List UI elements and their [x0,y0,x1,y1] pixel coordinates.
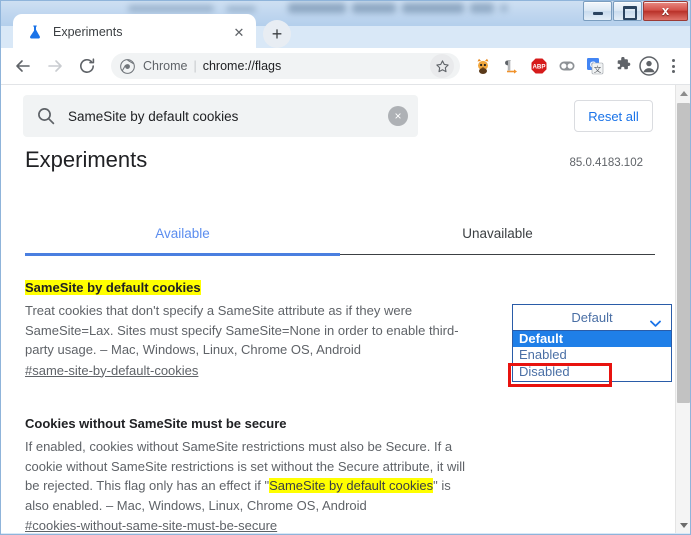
bookmark-star-icon[interactable] [430,54,454,78]
extensions-puzzle-icon[interactable] [610,53,636,79]
flag-select-value: Default [571,310,613,325]
browser-tab-experiments[interactable]: Experiments ✕ [13,14,256,50]
flag-permalink[interactable]: #same-site-by-default-cookies [25,363,198,378]
scroll-up-button[interactable] [676,85,691,101]
search-icon [36,106,56,126]
scroll-down-button[interactable] [676,517,691,533]
flag-permalink[interactable]: #cookies-without-same-site-must-be-secur… [25,518,277,533]
flag-select-same-site-by-default[interactable]: Default [512,304,672,331]
chrome-version-label: 85.0.4183.102 [569,157,643,169]
browser-menu-button[interactable] [664,53,682,79]
reload-button[interactable] [73,52,101,80]
dark-reader-icon[interactable] [554,53,580,79]
select-option-disabled[interactable]: Disabled [513,362,671,381]
tab-close-icon[interactable]: ✕ [230,23,248,41]
flag-select-wrapper: Default Default Enabled Disabled [508,304,672,387]
chevron-down-icon [650,314,661,327]
chrome-logo-icon [120,58,135,74]
omnibox-origin: Chrome [143,59,188,73]
address-bar[interactable]: Chrome | chrome://flags [111,53,460,79]
extension-icons: ¶ ABP G [470,53,636,79]
clear-search-icon[interactable]: × [388,106,408,126]
new-tab-button[interactable]: + [263,20,291,48]
vertical-scrollbar[interactable] [675,85,690,533]
chevron-down-icon [679,522,688,528]
flag-select-options-list: Default Enabled Disabled [512,331,672,382]
back-button[interactable] [9,52,37,80]
flag-description-text: Treat cookies that don't specify a SameS… [25,303,459,357]
flag-title: SameSite by default cookies [25,280,201,295]
select-option-enabled[interactable]: Enabled [513,347,671,362]
flag-description: Treat cookies that don't specify a SameS… [25,301,477,360]
browser-toolbar: Chrome | chrome://flags ¶ ABP 文 [1,48,690,85]
tab-title: Experiments [53,25,123,39]
svg-text:¶: ¶ [505,57,511,72]
tab-strip: Experiments ✕ + [1,14,690,50]
scrollbar-thumb[interactable] [677,103,690,403]
reset-all-button[interactable]: Reset all [574,100,653,132]
flags-search-row: SameSite by default cookies × Reset all [23,94,653,138]
flag-entry-cookies-without-same-site-must-be-secure: Cookies without SameSite must be secure … [25,414,655,533]
chevron-up-icon [679,90,688,96]
flags-page: SameSite by default cookies × Reset all … [1,85,690,533]
adblock-plus-icon[interactable]: ABP [526,53,552,79]
forward-button[interactable] [41,52,69,80]
flag-entry-same-site-by-default-cookies: SameSite by default cookies Treat cookie… [25,278,672,387]
omnibox-separator: | [193,59,197,73]
cat-extension-icon[interactable] [470,53,496,79]
svg-text:文: 文 [594,64,602,74]
flag-description-highlight: SameSite by default cookies [269,478,434,493]
page-title: Experiments [25,147,148,172]
tab-unavailable[interactable]: Unavailable [340,213,655,254]
flag-title: Cookies without SameSite must be secure [25,416,287,431]
select-option-default[interactable]: Default [513,331,671,347]
svg-text:ABP: ABP [532,64,545,71]
search-value: SameSite by default cookies [68,108,239,124]
browser-window: x Experiments ✕ + Chrome | chrome://flag… [0,0,691,535]
tab-available[interactable]: Available [25,213,340,256]
pilcrow-extension-icon[interactable]: ¶ [498,53,524,79]
flag-description: If enabled, cookies without SameSite res… [25,437,477,515]
google-translate-icon[interactable]: G 文 [582,53,608,79]
profile-avatar-button[interactable] [636,53,662,79]
flask-icon [27,24,43,40]
omnibox-url[interactable]: chrome://flags [203,59,426,73]
search-input[interactable]: SameSite by default cookies × [23,95,418,137]
flags-tabs: Available Unavailable [25,213,655,256]
